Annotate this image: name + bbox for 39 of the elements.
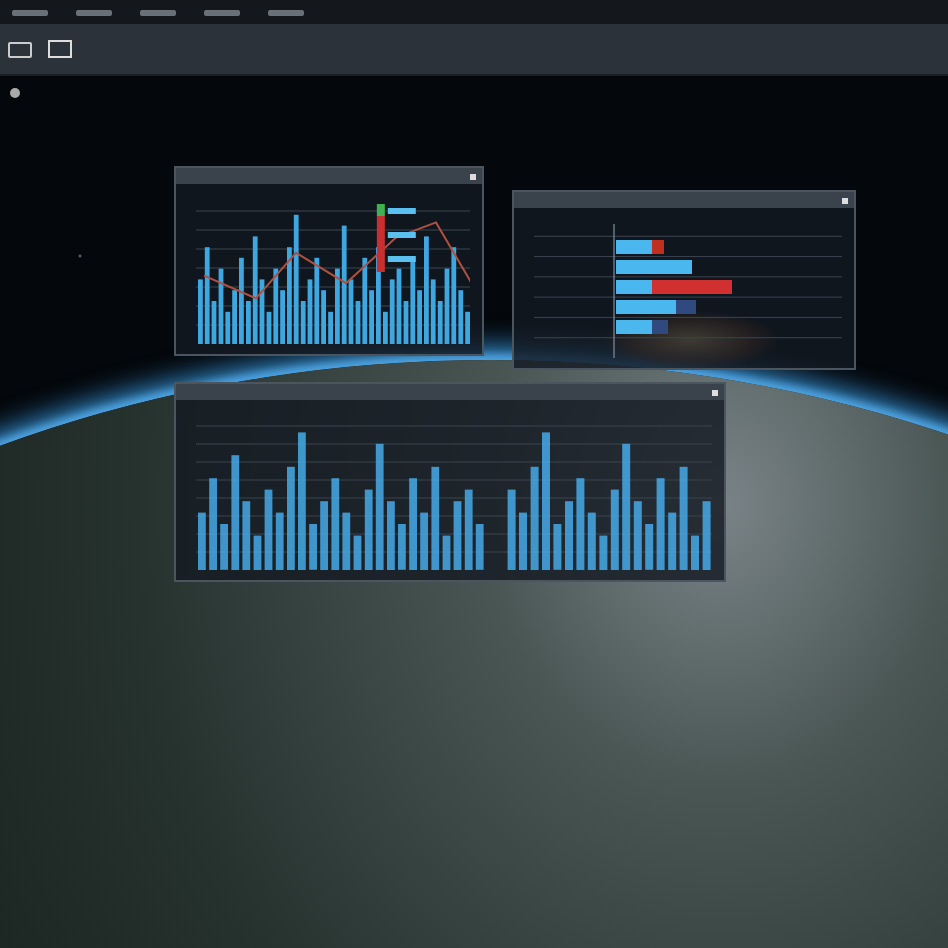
- bar: [616, 320, 652, 334]
- bar: [542, 432, 550, 570]
- bar: [616, 260, 692, 274]
- menu-item[interactable]: [268, 9, 304, 15]
- grid-icon[interactable]: [48, 40, 72, 58]
- bar: [616, 300, 676, 314]
- bar: [616, 280, 652, 294]
- close-icon[interactable]: [842, 197, 848, 203]
- bar: [507, 489, 516, 570]
- bar: [287, 466, 295, 570]
- close-icon[interactable]: [470, 173, 476, 179]
- globe-icon: [10, 88, 20, 98]
- bar: [309, 524, 317, 570]
- menu-item[interactable]: [76, 9, 112, 15]
- bar: [198, 512, 206, 570]
- bar: [220, 524, 228, 570]
- bar: [519, 512, 527, 570]
- window-icon[interactable]: [8, 41, 32, 57]
- menu-item[interactable]: [204, 9, 240, 15]
- bar-segment: [652, 240, 664, 254]
- bar: [691, 535, 699, 570]
- bar: [320, 501, 328, 570]
- bar: [387, 501, 395, 570]
- bar: [553, 524, 562, 570]
- close-icon[interactable]: [712, 389, 718, 395]
- menu-item[interactable]: [12, 9, 48, 15]
- bar: [209, 478, 217, 570]
- bar: [565, 501, 573, 570]
- bar-segment: [676, 300, 696, 314]
- bar: [298, 432, 306, 570]
- bar-segment: [652, 320, 668, 334]
- bar: [398, 524, 406, 570]
- bar: [420, 512, 428, 570]
- bar-segment: [652, 280, 732, 294]
- menu-item[interactable]: [140, 9, 176, 15]
- bar: [702, 501, 711, 570]
- bar: [409, 478, 417, 570]
- bar: [616, 240, 652, 254]
- bar: [530, 466, 539, 570]
